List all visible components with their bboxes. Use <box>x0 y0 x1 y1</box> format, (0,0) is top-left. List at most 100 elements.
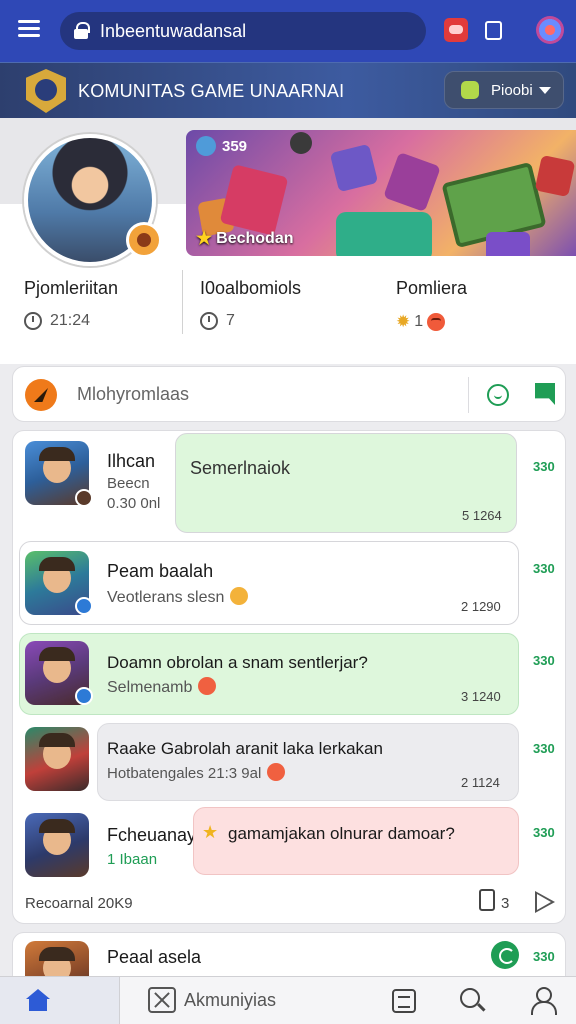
flame-icon <box>25 379 57 411</box>
side-count: 330 <box>533 561 555 576</box>
chat-list: Ilhcan Beecn 0.30 0nl Semerlnaiok 5 1264… <box>12 430 566 924</box>
chat-name: Doamn obrolan a snam sentlerjar? <box>107 653 368 672</box>
browser-top-bar: Inbeentuwadansal <box>0 0 576 62</box>
coin-icon: ✹ <box>396 312 411 331</box>
star-icon: ★ <box>196 228 213 248</box>
timestamp: 3 1240 <box>461 689 501 704</box>
stat-2: I0oalbomiols 7 <box>200 278 301 330</box>
message-bubble[interactable]: Semerlnaiok 5 1264 <box>175 433 517 533</box>
message-bubble[interactable]: ★ gamamjakan olnurar damoar? <box>193 807 519 875</box>
avatar-badge-icon <box>75 489 93 507</box>
chat-name: Ilhcan <box>107 451 156 471</box>
community-logo <box>26 69 66 113</box>
close-box-icon <box>148 987 176 1013</box>
gamepad-icon[interactable] <box>444 18 468 42</box>
chat-name: Raake Gabrolah aranit laka lerkakan <box>107 739 383 758</box>
check-icon <box>196 136 216 156</box>
chat-name: Fcheuanay <box>107 825 197 845</box>
star-icon: ★ <box>202 822 219 842</box>
list-item[interactable]: Raake Gabrolah aranit laka lerkakan Hotb… <box>13 723 567 805</box>
nav-home[interactable] <box>0 977 120 1024</box>
list-item[interactable]: Doamn obrolan a snam sentlerjar? Selmena… <box>13 633 567 715</box>
emoji-icon <box>427 313 446 331</box>
heart-icon[interactable] <box>487 384 509 406</box>
avatar <box>25 727 89 791</box>
avatar <box>25 813 89 877</box>
hamburger-menu-icon[interactable] <box>18 20 40 38</box>
stat-value: 7 <box>200 312 301 330</box>
emoji-icon <box>267 763 286 781</box>
timestamp: 2 1124 <box>461 775 500 790</box>
nav-community[interactable]: Akmuniyias <box>148 987 276 1013</box>
flag-icon[interactable] <box>535 383 555 405</box>
avatar-badge-icon <box>75 687 93 705</box>
chip-icon <box>461 81 479 99</box>
chat-sub: Selmenamb <box>107 677 217 697</box>
copy-icon[interactable] <box>479 889 495 911</box>
tabs-icon[interactable] <box>485 21 502 40</box>
send-icon[interactable] <box>535 891 555 913</box>
banner-badge-count: 359 <box>222 137 248 155</box>
document-icon[interactable] <box>392 989 416 1013</box>
side-count: 330 <box>533 653 555 668</box>
list-item[interactable]: Ilhcan Beecn 0.30 0nl Semerlnaiok 5 1264… <box>13 433 567 533</box>
stat-value: ✹ 1 <box>396 312 467 332</box>
user-icon[interactable] <box>530 987 557 1015</box>
clock-icon <box>200 312 218 330</box>
search-bar[interactable]: Mlohyromlaas <box>12 366 566 422</box>
community-title: KOMUNITAS GAME UNAARNAI <box>78 81 345 101</box>
address-text: Inbeentuwadansal <box>100 20 247 41</box>
browser-profile-icon[interactable] <box>536 16 564 44</box>
home-icon <box>26 989 50 1011</box>
divider <box>468 377 469 413</box>
chevron-down-icon <box>539 87 551 94</box>
chat-sub: 1 Ibaan <box>107 851 158 868</box>
user-chip-label: Pioobi <box>491 81 533 99</box>
emoji-icon <box>230 587 249 605</box>
timestamp: 5 1264 <box>462 508 502 523</box>
side-count: 330 <box>533 825 555 840</box>
chat-sub: Veotlerans slesn <box>107 587 249 607</box>
bubble-text: gamamjakan olnurar damoar? <box>228 824 455 843</box>
profile-section: 359 ★ Bechodan Pjomleriitan 21:24 I0oalb… <box>0 118 576 364</box>
avatar-badge-icon <box>75 597 93 615</box>
address-bar[interactable]: Inbeentuwadansal <box>60 12 426 50</box>
timestamp: 2 1290 <box>461 599 501 614</box>
stat-value: 21:24 <box>24 312 118 330</box>
bubble-text: Semerlnaiok <box>190 458 291 478</box>
search-input[interactable]: Mlohyromlaas <box>77 384 189 405</box>
stat-label: Pjomleriitan <box>24 278 119 298</box>
side-count: 330 <box>533 949 555 964</box>
stat-label: I0oalbomiols <box>200 278 302 298</box>
chat-sub: Hotbatengales 21:3 9al <box>107 763 286 782</box>
lock-icon <box>74 22 90 39</box>
footer-count: 3 <box>501 895 510 912</box>
panel-footer-text: Recoarnal 20K9 <box>25 895 133 912</box>
search-icon[interactable] <box>460 988 480 1008</box>
chat-sub: Beecn <box>107 475 150 492</box>
side-count: 330 <box>533 741 555 756</box>
message-bubble[interactable] <box>97 723 519 801</box>
banner-label: ★ Bechodan <box>196 228 293 249</box>
stat-3: Pomliera ✹ 1 <box>396 278 467 332</box>
nav-community-label: Akmuniyias <box>184 989 277 1010</box>
chat-name: Peaal asela <box>107 947 202 967</box>
banner-badge: 359 <box>196 136 247 156</box>
list-item[interactable]: Peam baalah Veotlerans slesn 2 1290 330 <box>13 541 567 625</box>
user-chip-dropdown[interactable]: Pioobi <box>444 71 564 109</box>
community-header: KOMUNITAS GAME UNAARNAI Pioobi <box>0 62 576 118</box>
stat-1: Pjomleriitan 21:24 <box>24 278 118 330</box>
avatar-badge-icon <box>126 222 162 258</box>
stat-label: Pomliera <box>396 278 468 298</box>
profile-banner[interactable]: 359 ★ Bechodan <box>186 130 576 256</box>
chat-sub: 0.30 0nl <box>107 495 161 512</box>
refresh-icon[interactable] <box>491 941 519 969</box>
message-bubble[interactable] <box>19 541 519 625</box>
emoji-icon <box>198 677 217 695</box>
message-bubble[interactable] <box>19 633 519 715</box>
bottom-nav: Akmuniyias <box>0 976 576 1024</box>
list-item[interactable]: Fcheuanay 1 Ibaan ★ gamamjakan olnurar d… <box>13 807 567 893</box>
clock-icon <box>24 312 42 330</box>
divider <box>182 270 183 334</box>
side-count: 330 <box>533 459 555 474</box>
